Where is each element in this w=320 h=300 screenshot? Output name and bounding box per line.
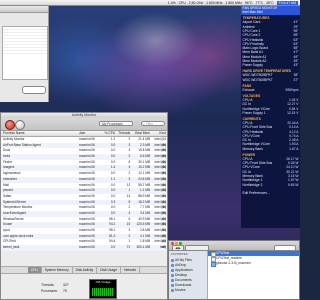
file-item[interactable]: glucose-2.3-fil_macmini [208, 261, 299, 267]
sensor-label: Northbridge 2 [242, 182, 263, 187]
tab-cpu[interactable]: CPU [27, 267, 42, 273]
cpu-usage-graph: CPU Usage [89, 279, 117, 299]
sensor-value: 12.15 V [287, 110, 299, 115]
column-header-process-name[interactable]: Process Name [1, 131, 79, 136]
column-header-threads[interactable]: Threads [116, 131, 131, 136]
threads-value: 327 [63, 283, 69, 287]
menubar-status-item[interactable]: 1 800 MHz [206, 1, 222, 5]
inspect-button[interactable] [15, 120, 25, 130]
sidebar-item-movies[interactable]: Movies [169, 287, 207, 292]
finder-sidebar: FAVORITES All My Files AirDrop Applications… [169, 251, 208, 299]
panel-row [3, 51, 47, 54]
sensor-label: Exhaust [242, 87, 255, 92]
menubar-status-item[interactable]: 96°C [245, 1, 253, 5]
sensor-value: 43° [293, 63, 299, 68]
quit-process-button[interactable] [5, 120, 15, 130]
threads-cell: 72 [126, 245, 131, 250]
finder-window: ◀ ▶ FAVORITES All My Files AirDrop Applicat… [168, 240, 300, 300]
tab-disk-activity[interactable]: Disk Activity [73, 267, 98, 273]
cpu-usage-label: CPU Usage [95, 279, 111, 284]
window-button[interactable] [22, 86, 46, 94]
process-table: Activity Monitor macmini.06 1.2 3 21.4 MB Int… [1, 137, 167, 251]
column-header-cpu[interactable]: % CPU [104, 131, 116, 136]
column-header-user[interactable]: User [79, 131, 105, 136]
process-name-cell: kernel_task [3, 245, 20, 250]
sensor-label: Edit Preferences... [242, 191, 270, 196]
sensor-label: Intel Mac Mini [242, 10, 263, 15]
settings-panel [2, 26, 48, 80]
activity-monitor-window: Activity Monitor My Processes Filter Pro… [0, 112, 168, 300]
cpu-cell: 0.0 [110, 245, 116, 250]
sensor-label: Power Supply 1 [242, 110, 266, 115]
sensor-row: WDC WD7500BPKT 37° [241, 78, 300, 82]
menubar-clock[interactable]: Fri 6:47 AM [276, 0, 298, 5]
column-header-real-mem[interactable]: Real Mem [131, 131, 151, 136]
sensor-row: Intel Mac Mini [241, 10, 300, 15]
menubar-status-item[interactable]: CPU [179, 1, 186, 5]
window-title-bar[interactable] [0, 6, 48, 13]
sensor-value: 5950rpm [285, 87, 299, 92]
sensor-row[interactable]: Edit Preferences... [241, 191, 300, 195]
sensor-row: Exhaust 5950rpm [241, 88, 300, 92]
sensor-label: WDC WD7500BPKT [242, 77, 273, 82]
sensor-label: Memory Bank [242, 146, 263, 151]
sensor-value: 0.63 W [288, 182, 299, 187]
cpu-stats-panel: Threads: 327 Processes: 79 CPU Usage [1, 279, 167, 299]
sensor-value: 1.67 A [289, 146, 299, 151]
sensor-monitor-panel: FAN SPEED MONITOR Intel Mac Mini TEMPERATU… [241, 6, 300, 228]
sensor-row: Power Supply 43° [241, 63, 300, 67]
menubar-status-item[interactable]: 1.4% [168, 1, 176, 5]
sensor-row: Power Supply 1 12.15 V [241, 111, 300, 115]
toolbar: My Processes Filter [1, 118, 167, 131]
processes-label: Processes: [41, 289, 58, 293]
sensor-value: 37° [293, 77, 299, 82]
table-row[interactable]: kernel_task macmini.06 0.0 72 300.1 MB Intel [1, 245, 167, 251]
process-filter-select[interactable]: My Processes [99, 121, 133, 126]
threads-label: Threads: [41, 283, 55, 287]
menubar-status-item[interactable]: 2,50 GHz [189, 1, 203, 5]
processes-value: 79 [63, 289, 67, 293]
filter-search-input[interactable]: Filter [141, 121, 165, 127]
menubar-status-item[interactable]: 28°C [266, 1, 274, 5]
sensor-label: Power Supply [242, 63, 263, 68]
cpu-usage-fill [92, 288, 114, 296]
monitor-tabs: CPU System Memory Disk Activity Disk Usage N… [1, 266, 167, 274]
column-header-kind[interactable]: Kind [151, 131, 167, 136]
background-window[interactable] [0, 6, 49, 102]
finder-toolbar: ◀ ▶ [169, 241, 299, 251]
menubar-status-item[interactable]: 1 800 MHz [226, 1, 242, 5]
kind-cell: Intel [159, 245, 166, 250]
menubar-status-item[interactable]: 77°C [256, 1, 264, 5]
finder-file-list: CPUTest CPUTest_readme glucose-2.3-fil_mac… [208, 251, 299, 299]
tab-network[interactable]: Network [121, 267, 141, 273]
real-mem-cell: 300.1 MB [136, 245, 151, 250]
tab-disk-usage[interactable]: Disk Usage [97, 267, 122, 273]
sensor-row: Memory Bank 1.67 A [241, 147, 300, 151]
user-cell: macmini.06 [78, 245, 95, 250]
tab-system-memory[interactable]: System Memory [42, 267, 73, 273]
